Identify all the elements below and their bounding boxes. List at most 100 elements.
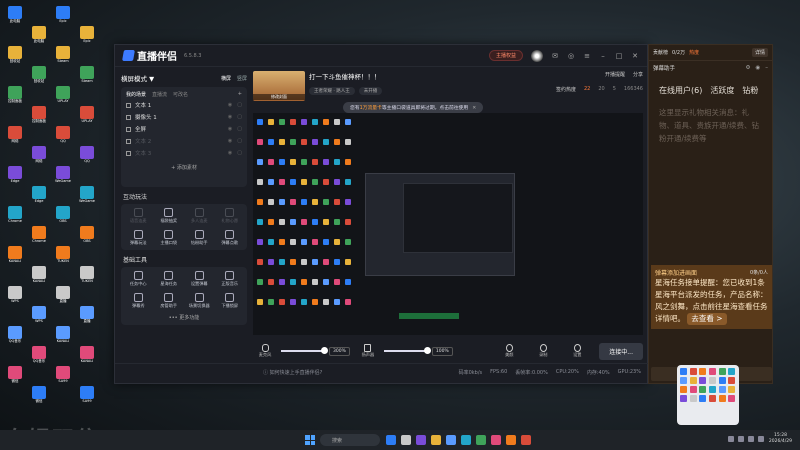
- taskbar-app-icon[interactable]: [521, 435, 531, 445]
- tool-button[interactable]: 福袋抽奖: [154, 208, 185, 224]
- tray-app-icon[interactable]: [699, 386, 707, 393]
- desktop-icon[interactable]: QQ: [52, 126, 74, 143]
- tool-button[interactable]: 房管助手: [154, 293, 185, 309]
- tray-app-icon[interactable]: [728, 368, 736, 375]
- start-live-button[interactable]: 连接中...: [599, 342, 643, 360]
- task-title[interactable]: 弹幕添加进画面: [655, 268, 697, 277]
- taskbar-app-icon[interactable]: [401, 435, 411, 445]
- pin-icon[interactable]: ◉: [755, 65, 760, 71]
- desktop-icon[interactable]: 直播: [76, 306, 98, 323]
- desktop-icon[interactable]: OBS: [76, 226, 98, 243]
- desktop-icon[interactable]: 微信: [4, 366, 26, 383]
- category-pill[interactable]: 王者荣耀 · 路人王: [309, 87, 355, 95]
- eye-icon[interactable]: ◉: [228, 126, 232, 132]
- desktop-icon[interactable]: 网络: [28, 146, 50, 163]
- mic-volume-slider[interactable]: [281, 347, 328, 354]
- desktop-icon[interactable]: 回收站: [28, 66, 50, 83]
- desktop-icon[interactable]: SA99: [76, 386, 98, 403]
- tray-app-icon[interactable]: [680, 368, 687, 375]
- desktop-icon[interactable]: 控制面板: [28, 106, 50, 123]
- tray-app-icon[interactable]: [680, 386, 687, 393]
- share-button[interactable]: 分享: [633, 71, 643, 78]
- vip-button[interactable]: 主播权益: [488, 50, 523, 61]
- desktop-icon[interactable]: Epic: [76, 26, 98, 43]
- desktop-icon[interactable]: 此电脑: [28, 26, 50, 43]
- desktop-icon[interactable]: OBS: [52, 206, 74, 223]
- tray-app-icon[interactable]: [718, 377, 726, 384]
- tool-button[interactable]: 设置弹幕: [184, 271, 215, 287]
- tool-button[interactable]: 钻粉助手: [184, 230, 215, 246]
- tool-button[interactable]: 任务中心: [123, 271, 154, 287]
- desktop-icon[interactable]: Epic: [52, 6, 74, 23]
- tool-button[interactable]: 弹幕玩法: [123, 230, 154, 246]
- tray-app-icon[interactable]: [708, 377, 716, 384]
- desktop-icon[interactable]: KANALI: [4, 246, 26, 263]
- desktop-icon[interactable]: SA99: [52, 366, 74, 383]
- scene-source[interactable]: 文本 1 ◉ ▢: [126, 100, 242, 110]
- tray-app-icon[interactable]: [680, 395, 687, 402]
- tool-button[interactable]: 弹幕秀: [123, 293, 154, 309]
- more-features-button[interactable]: ••• 更多功能: [123, 314, 245, 321]
- taskbar-app-icon[interactable]: [416, 435, 426, 445]
- desktop-icon[interactable]: WeGame: [76, 186, 98, 203]
- add-source-button[interactable]: + 添加素材: [126, 164, 242, 171]
- desktop-icon[interactable]: QQ音乐: [4, 326, 26, 343]
- taskbar-app-icon[interactable]: [461, 435, 471, 445]
- tray-app-icon[interactable]: [728, 386, 736, 393]
- taskbar-app-icon[interactable]: [431, 435, 441, 445]
- desktop-icon[interactable]: Chrome: [28, 226, 50, 243]
- taskbar-search[interactable]: 搜索: [320, 434, 380, 446]
- tab-online-users[interactable]: 在线用户(6): [659, 85, 702, 96]
- scene-source[interactable]: 文本 2 ◉ ▢: [126, 136, 242, 146]
- start-button[interactable]: [305, 435, 315, 445]
- hot-tab[interactable]: 热度: [689, 49, 699, 56]
- desktop-icon[interactable]: 直播: [52, 286, 74, 303]
- tool-button[interactable]: 弹幕点歌: [215, 230, 246, 246]
- eye-icon[interactable]: ◉: [228, 114, 232, 120]
- beauty-button[interactable]: 美颜: [497, 344, 521, 358]
- desktop-icon[interactable]: Edge: [4, 166, 26, 183]
- tray-app-icon[interactable]: [708, 395, 716, 402]
- gear-icon[interactable]: ⚙: [746, 65, 751, 71]
- tool-button[interactable]: 下播锁屏: [215, 293, 246, 309]
- desktop-icon[interactable]: 控制面板: [4, 86, 26, 103]
- expiry-notice[interactable]: 您有1万流量卡等主播口袋道具即将过期，点击前往使用 ✕: [343, 102, 484, 113]
- help-link[interactable]: ⓘ 如何快速上手直播伴侣?: [263, 369, 322, 376]
- minimize-icon[interactable]: –: [765, 65, 768, 71]
- tray-app-icon[interactable]: [680, 377, 687, 384]
- record-button[interactable]: 录制: [531, 344, 555, 358]
- desktop-icon[interactable]: 此电脑: [4, 6, 26, 23]
- avatar[interactable]: [531, 49, 543, 62]
- taskbar-app-icon[interactable]: [491, 435, 501, 445]
- desktop-icon[interactable]: WPS: [4, 286, 26, 303]
- desktop-icon[interactable]: Chrome: [4, 206, 26, 223]
- taskbar-app-icon[interactable]: [476, 435, 486, 445]
- contribution-tab[interactable]: 贡献榜: [653, 49, 668, 56]
- mic-control[interactable]: 麦克风: [253, 344, 277, 358]
- desktop-icon[interactable]: 微信: [28, 386, 50, 403]
- desktop-icon[interactable]: TUKEN: [52, 246, 74, 263]
- tab-portrait[interactable]: 竖屏: [237, 75, 247, 82]
- desktop-icon[interactable]: QQ: [76, 146, 98, 163]
- lock-icon[interactable]: ▢: [237, 138, 242, 144]
- tool-button[interactable]: 礼物心愿: [215, 208, 246, 224]
- tray-app-icon[interactable]: [689, 386, 697, 393]
- stream-title[interactable]: 打一下斗鱼催神杯！！！: [309, 71, 382, 81]
- desktop-icon[interactable]: KANALI: [76, 346, 98, 363]
- headset-icon[interactable]: ◎: [567, 52, 575, 60]
- tray-app-icon[interactable]: [718, 386, 726, 393]
- details-button[interactable]: 详情: [751, 48, 768, 57]
- tab-landscape[interactable]: 横屏: [221, 75, 231, 82]
- desktop-icon[interactable]: UPLAY: [76, 106, 98, 123]
- desktop-icon[interactable]: 网络: [4, 126, 26, 143]
- desktop-icon[interactable]: 回收站: [4, 46, 26, 63]
- scene-source[interactable]: 摄像头 1 ◉ ▢: [126, 112, 242, 122]
- scene-source[interactable]: 文本 3 ◉ ▢: [126, 148, 242, 158]
- tool-button[interactable]: 语音连麦: [123, 208, 154, 224]
- tray-app-icon[interactable]: [728, 377, 736, 384]
- settings-button[interactable]: 设置: [565, 344, 589, 358]
- lock-icon[interactable]: ▢: [237, 126, 242, 132]
- tab-diamond-fans[interactable]: 钻粉: [742, 85, 758, 96]
- tray-app-icon[interactable]: [689, 395, 697, 402]
- mic-volume-value[interactable]: 300%: [329, 346, 350, 356]
